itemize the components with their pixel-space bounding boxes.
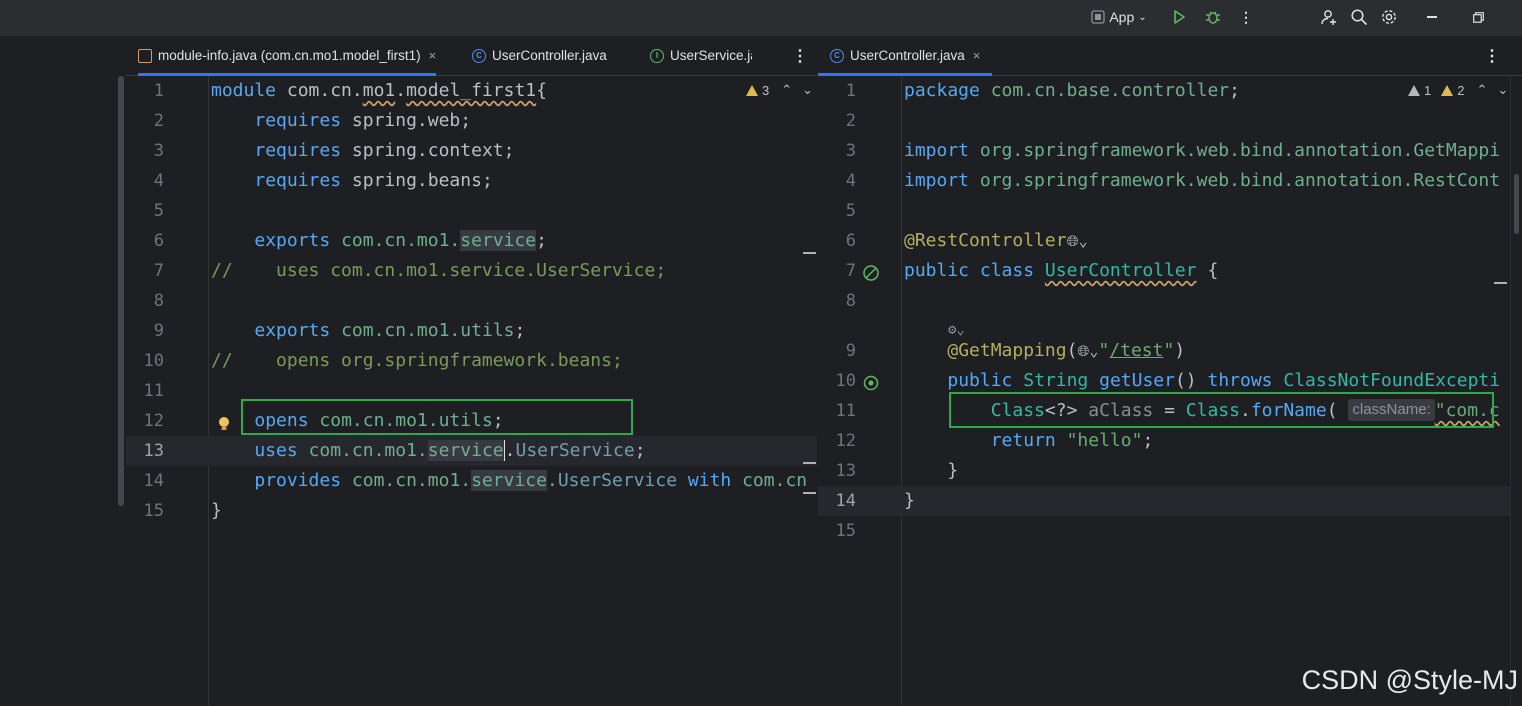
code-line: 8 <box>153 291 164 311</box>
code-line: ⚙︎⌄ <box>818 312 1522 338</box>
code-line: 2 <box>845 111 856 131</box>
code-line: 1 package com.cn.base.controller; <box>845 80 1240 101</box>
code-line: 10// opens org.springframework.beans; <box>143 350 623 371</box>
code-line: 7// uses com.cn.mo1.service.UserService; <box>153 260 667 281</box>
watermark: CSDN @Style-MJ <box>1301 665 1518 695</box>
code-line: 12 return "hello"; <box>835 430 1154 451</box>
code-line: 3 requires spring.context; <box>153 140 515 161</box>
more-actions-button[interactable]: ⋮ <box>1236 6 1256 28</box>
tab-usercontroller[interactable]: C UserController.java <box>472 36 607 75</box>
fold-marker[interactable] <box>803 462 816 464</box>
class-icon: C <box>830 48 844 63</box>
code-line: 13 } <box>835 460 959 481</box>
right-scrollbar[interactable] <box>1514 174 1519 234</box>
code-line: 1 module com.cn.mo1.model_first1{ <box>153 80 547 101</box>
highlight-box <box>949 392 1494 428</box>
tab-label: module-info.java (com.cn.mo1.model_first… <box>158 48 421 63</box>
fold-marker[interactable] <box>803 492 816 494</box>
left-scrollbar[interactable] <box>118 76 124 506</box>
run-config-selector[interactable]: App ⌄ <box>1088 6 1150 28</box>
close-icon[interactable]: × <box>429 48 437 63</box>
app-icon <box>1091 10 1105 24</box>
code-line: 9 @GetMapping(🌐︎⌄"/test") <box>845 340 1186 361</box>
tab-label: UserController.java <box>850 48 965 63</box>
right-tabs-menu-button[interactable]: ⋮ <box>1484 46 1500 66</box>
interface-icon: I <box>650 48 664 63</box>
code-line: 15} <box>143 500 222 521</box>
highlight-box <box>241 399 633 435</box>
left-editor[interactable]: 3 ⌃ ⌄ 1 module com.cn.mo1.model_first1{ 2… <box>126 76 817 706</box>
left-tab-bar: module-info.java (com.cn.mo1.model_first… <box>126 36 817 76</box>
code-line-current: 13 uses com.cn.mo1.service.UserService; <box>126 436 817 466</box>
add-user-button[interactable] <box>1318 6 1340 28</box>
tab-label: UserService.java <box>670 48 752 63</box>
main-toolbar: App ⌄ ⋮ <box>0 0 1522 36</box>
left-tabs-menu-button[interactable]: ⋮ <box>792 46 808 66</box>
code-line: 2 requires spring.web; <box>153 110 472 131</box>
run-config-label: App <box>1109 9 1135 25</box>
gear-icon <box>1382 10 1396 24</box>
code-line: 4 import org.springframework.web.bind.ann… <box>845 170 1501 191</box>
code-line: 3 import org.springframework.web.bind.ann… <box>845 140 1501 161</box>
globe-icon[interactable]: 🌐︎⌄ <box>1067 232 1088 250</box>
tab-usercontroller-right[interactable]: C UserController.java × <box>818 36 993 76</box>
code-line: 14 provides com.cn.mo1.service.UserServi… <box>143 470 808 491</box>
right-scrollbar-track[interactable] <box>1510 76 1522 706</box>
restore-icon <box>1472 11 1484 23</box>
tab-module-info[interactable]: module-info.java (com.cn.mo1.model_first… <box>138 36 437 76</box>
tab-label: UserController.java <box>492 48 607 63</box>
fold-marker[interactable] <box>1494 282 1507 284</box>
code-line: 7 public class UserController { <box>818 256 1522 286</box>
code-line: 5 <box>153 201 164 221</box>
restore-button[interactable] <box>1468 6 1488 28</box>
bug-icon <box>1206 11 1220 24</box>
class-icon: C <box>472 48 486 63</box>
play-icon <box>1174 10 1185 24</box>
fold-marker[interactable] <box>803 252 816 254</box>
search-icon <box>1351 9 1368 26</box>
chevron-down-icon: ⌄ <box>1138 11 1147 23</box>
settings-button[interactable] <box>1378 6 1400 28</box>
search-button[interactable] <box>1348 6 1370 28</box>
close-icon[interactable]: × <box>973 48 981 63</box>
add-user-icon <box>1321 10 1336 25</box>
run-button[interactable] <box>1168 6 1190 28</box>
right-tab-bar: C UserController.java × <box>818 36 1522 76</box>
globe-icon[interactable]: 🌐︎⌄ <box>1077 342 1098 360</box>
code-line: 6 @RestController🌐︎⌄ <box>845 230 1088 251</box>
code-line-current: 14} <box>818 486 1522 516</box>
code-line: 9 exports com.cn.mo1.utils; <box>153 320 526 341</box>
java-module-icon <box>138 48 152 63</box>
code-line: 6 exports com.cn.mo1.service; <box>153 230 547 251</box>
code-line: 5 <box>845 201 856 221</box>
debug-button[interactable] <box>1202 6 1224 28</box>
tab-userservice[interactable]: I UserService.java <box>650 36 752 75</box>
minimize-button[interactable] <box>1422 6 1442 28</box>
minimize-icon <box>1427 16 1437 18</box>
code-line: 15 <box>835 521 856 541</box>
code-line: 4 requires spring.beans; <box>153 170 493 191</box>
right-editor[interactable]: 1 2 ⌃ ⌄ 1 package com.cn.base.controller;… <box>818 76 1522 706</box>
